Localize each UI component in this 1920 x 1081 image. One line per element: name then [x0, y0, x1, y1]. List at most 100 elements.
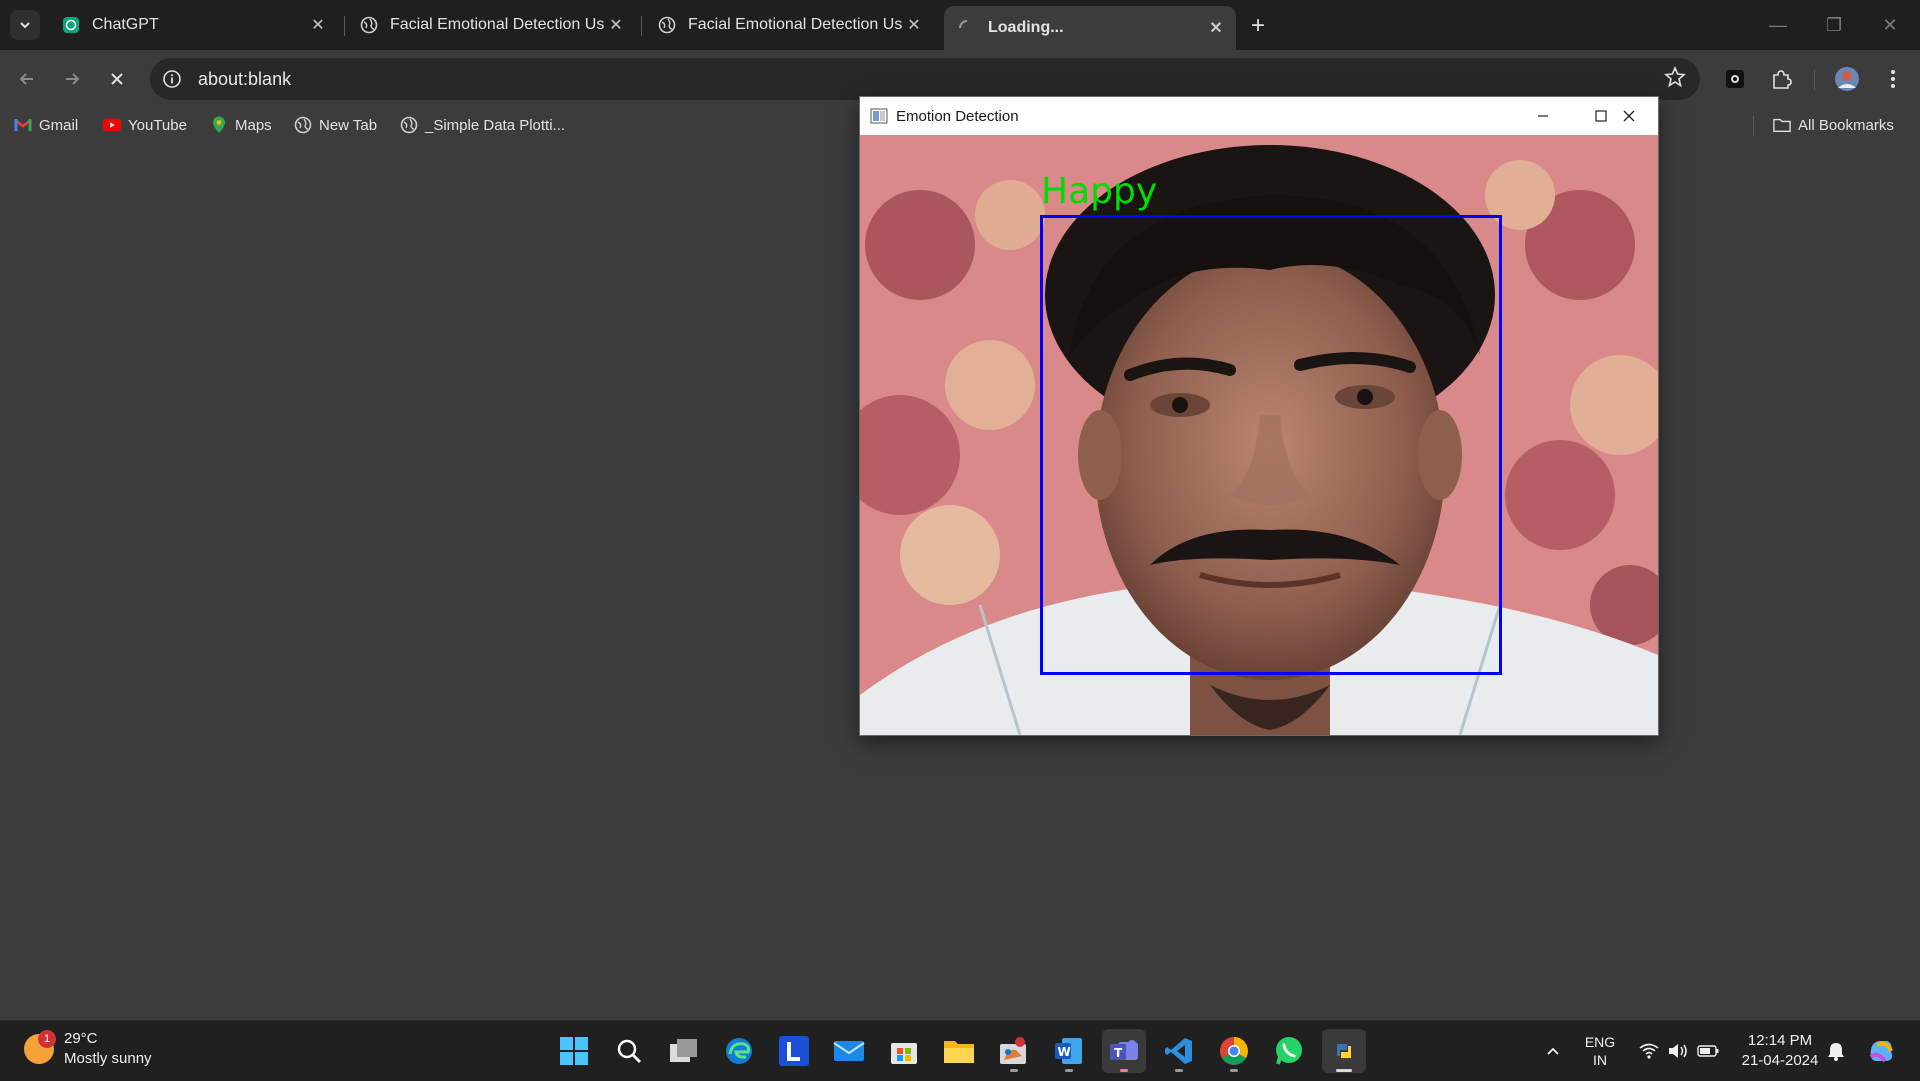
tab-separator	[641, 16, 642, 36]
tab-search-button[interactable]	[10, 10, 40, 40]
tab-title: ChatGPT	[92, 16, 159, 33]
site-info-icon[interactable]	[154, 61, 190, 97]
paint-button[interactable]	[992, 1029, 1036, 1073]
running-indicator	[1010, 1069, 1018, 1072]
bookmark-simple-data-plotting[interactable]: _Simple Data Plotti...	[400, 114, 565, 136]
language-line-1: ENG	[1584, 1034, 1616, 1050]
globe-icon	[658, 16, 676, 34]
bookmark-new-tab[interactable]: New Tab	[294, 114, 377, 136]
close-tab-icon[interactable]: ✕	[1204, 16, 1228, 40]
more-menu-icon[interactable]	[1876, 62, 1910, 96]
minimize-icon[interactable]	[1514, 97, 1572, 135]
back-button[interactable]	[10, 62, 44, 96]
restore-icon[interactable]: ❐	[1806, 0, 1862, 50]
vscode-icon	[1165, 1038, 1192, 1064]
tab-facial-detection-1[interactable]: Facial Emotional Detection Usi ✕	[346, 6, 636, 44]
bookmark-youtube[interactable]: YouTube	[103, 114, 187, 136]
globe-icon	[360, 16, 378, 34]
close-window-icon[interactable]: ✕	[1862, 0, 1918, 50]
close-icon[interactable]	[1600, 97, 1658, 135]
chatgpt-icon	[62, 16, 80, 34]
weather-temperature: 29°C	[64, 1030, 98, 1047]
tab-title: Loading...	[988, 19, 1064, 36]
bookmark-label: Maps	[235, 116, 272, 134]
notification-bell-icon[interactable]	[1822, 1021, 1850, 1081]
close-tab-icon[interactable]: ✕	[306, 13, 330, 37]
arrow-right-icon	[66, 73, 80, 85]
running-indicator	[1065, 1069, 1073, 1072]
whatsapp-button[interactable]	[1267, 1029, 1311, 1073]
copilot-icon[interactable]	[1864, 1021, 1900, 1081]
edge-button[interactable]	[717, 1029, 761, 1073]
store-button[interactable]	[882, 1029, 926, 1073]
task-view-icon	[670, 1039, 697, 1062]
window-titlebar[interactable]: Emotion Detection	[860, 97, 1658, 135]
extension-icon[interactable]	[1718, 62, 1752, 96]
python-button[interactable]	[1322, 1029, 1366, 1073]
emotion-label: Happy	[1041, 171, 1158, 212]
vscode-button[interactable]	[1157, 1029, 1201, 1073]
running-indicator	[1336, 1069, 1352, 1072]
chevron-down-icon	[20, 22, 30, 29]
file-explorer-button[interactable]	[937, 1029, 981, 1073]
store-icon	[891, 1043, 917, 1064]
clock[interactable]: 12:14 PM 21-04-2024	[1732, 1021, 1828, 1081]
show-hidden-icons-button[interactable]	[1538, 1021, 1568, 1081]
close-icon	[111, 73, 123, 85]
chrome-icon	[1220, 1037, 1248, 1065]
tab-loading[interactable]: Loading... ✕	[944, 6, 1236, 50]
svg-text:T: T	[1114, 1046, 1123, 1060]
profile-avatar[interactable]	[1830, 62, 1864, 96]
tab-facial-detection-2[interactable]: Facial Emotional Detection Usi ✕	[644, 6, 934, 44]
window-title: Emotion Detection	[896, 107, 1019, 125]
tab-chatgpt[interactable]: ChatGPT ✕	[48, 6, 338, 44]
running-indicator	[1120, 1069, 1128, 1072]
bookmark-label: YouTube	[128, 116, 187, 134]
emotion-detection-window: Emotion Detection Happy	[859, 96, 1659, 736]
whatsapp-icon	[1276, 1037, 1302, 1065]
task-view-button[interactable]	[662, 1029, 706, 1073]
extensions-puzzle-icon[interactable]	[1764, 62, 1798, 96]
chrome-button[interactable]	[1212, 1029, 1256, 1073]
tab-separator	[344, 16, 345, 36]
close-tab-icon[interactable]: ✕	[604, 13, 628, 37]
folder-icon	[1773, 116, 1791, 134]
bookmark-maps[interactable]: Maps	[210, 114, 272, 136]
stop-loading-button[interactable]	[100, 62, 134, 96]
language-indicator[interactable]: ENG IN	[1576, 1021, 1624, 1081]
tab-strip: ChatGPT ✕ Facial Emotional Detection Usi…	[0, 0, 1920, 50]
running-indicator	[1175, 1069, 1183, 1072]
weather-widget[interactable]: 1 29°C Mostly sunny	[24, 1029, 152, 1069]
battery-icon[interactable]	[1694, 1021, 1722, 1081]
l-app-button[interactable]	[772, 1029, 816, 1073]
mail-button[interactable]	[827, 1029, 871, 1073]
wifi-icon[interactable]	[1634, 1021, 1664, 1081]
new-tab-button[interactable]: +	[1243, 11, 1273, 41]
l-app-icon	[779, 1036, 809, 1066]
search-button[interactable]	[607, 1029, 651, 1073]
start-button[interactable]	[552, 1029, 596, 1073]
edge-icon	[726, 1038, 752, 1064]
globe-icon	[294, 116, 312, 134]
volume-icon[interactable]	[1664, 1021, 1692, 1081]
clock-time: 12:14 PM	[1747, 1032, 1813, 1049]
windows-logo-icon	[560, 1037, 588, 1065]
bookmark-label: _Simple Data Plotti...	[425, 116, 566, 134]
python-icon	[1333, 1040, 1355, 1062]
bookmark-gmail[interactable]: Gmail	[14, 114, 78, 136]
globe-icon	[400, 116, 418, 134]
word-button[interactable]: W	[1047, 1029, 1091, 1073]
face-bounding-box	[1040, 215, 1502, 675]
weather-sun-icon: 1	[24, 1030, 56, 1064]
close-tab-icon[interactable]: ✕	[902, 13, 926, 37]
teams-button[interactable]: T	[1102, 1029, 1146, 1073]
language-line-2: IN	[1593, 1052, 1607, 1068]
notification-badge: 1	[38, 1030, 56, 1048]
address-bar[interactable]: about:blank	[150, 58, 1700, 100]
forward-button[interactable]	[55, 62, 89, 96]
tab-title: Facial Emotional Detection Usi	[688, 16, 902, 33]
minimize-icon[interactable]: —	[1750, 0, 1806, 50]
all-bookmarks-button[interactable]: All Bookmarks	[1773, 114, 1894, 136]
bookmark-star-icon[interactable]	[1658, 60, 1692, 94]
url-text: about:blank	[198, 68, 292, 89]
